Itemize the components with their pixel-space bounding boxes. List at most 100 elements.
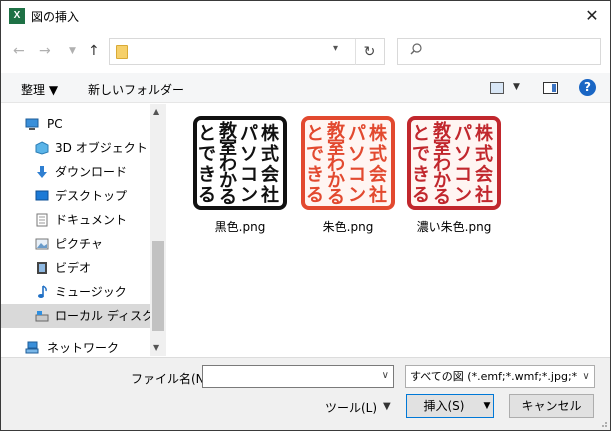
help-icon[interactable]: ? — [579, 79, 596, 96]
stamp-character: る — [412, 185, 430, 206]
network-icon — [25, 341, 39, 354]
stamp-character: パ — [348, 123, 366, 144]
sidebar-item-3d-objects[interactable]: 3D オブジェクト — [1, 136, 151, 160]
stamp-character: 社 — [261, 184, 279, 206]
stamp-character: コ — [454, 164, 472, 185]
excel-app-icon: X — [9, 8, 25, 24]
address-dropdown-icon[interactable]: ▾ — [333, 43, 338, 54]
scroll-up-icon[interactable]: ▲ — [153, 107, 159, 116]
stamp-character: で — [412, 144, 430, 165]
desktop-icon — [35, 190, 49, 201]
stamp-character: 式 — [261, 143, 279, 165]
stamp-character: 株 — [369, 122, 388, 144]
sidebar-scrollbar[interactable]: ▲ ▼ — [150, 104, 166, 356]
cancel-button[interactable]: キャンセル — [509, 394, 594, 418]
address-bar[interactable] — [109, 38, 385, 65]
stamp-character: 会 — [475, 163, 493, 185]
sidebar-item-network[interactable]: ネットワーク — [1, 336, 151, 356]
sidebar-item-pc[interactable]: PC — [1, 112, 151, 136]
stamp-character: 会 — [261, 163, 279, 185]
folder-icon — [116, 45, 128, 59]
file-name-label: 黒色.png — [214, 220, 266, 234]
tools-button[interactable]: ツール(L) — [325, 399, 377, 416]
forward-arrow-icon[interactable]: → — [39, 43, 51, 59]
recent-locations-chevron-icon[interactable]: ▼ — [69, 46, 76, 56]
file-item[interactable]: 株式会社パソコン教室わかるとできる 黒色.png — [187, 112, 293, 242]
stamp-character: と — [412, 123, 430, 144]
stamp-character: ン — [348, 185, 366, 206]
resize-grip-icon[interactable] — [598, 418, 608, 428]
up-arrow-icon[interactable]: ↑ — [88, 43, 100, 59]
stamp-character: で — [306, 144, 324, 165]
stamp-character: パ — [454, 123, 472, 144]
stamp-character: き — [306, 164, 324, 185]
stamp-character: る — [433, 187, 451, 208]
stamp-character: と — [306, 123, 324, 144]
search-input[interactable] — [397, 38, 601, 65]
stamp-character: ン — [240, 185, 258, 206]
stamp-character: 式 — [369, 143, 387, 165]
file-name-label: 濃い朱色.png — [416, 220, 492, 234]
stamp-character: コ — [240, 164, 258, 185]
document-icon — [36, 213, 48, 227]
stamp-character: ン — [454, 185, 472, 206]
search-icon — [410, 43, 422, 55]
filetype-dropdown-icon[interactable]: ∨ — [578, 366, 594, 387]
stamp-character: で — [198, 144, 216, 165]
sidebar-item-pictures[interactable]: ピクチャ — [1, 232, 151, 256]
change-view-icon[interactable] — [490, 82, 504, 94]
sidebar-item-videos[interactable]: ビデオ — [1, 256, 151, 280]
stamp-character: き — [412, 164, 430, 185]
sidebar-item-downloads[interactable]: ダウンロード — [1, 160, 151, 184]
refresh-button[interactable]: ↻ — [355, 39, 383, 65]
file-list-area: 株式会社パソコン教室わかるとできる 黒色.png 株式会社パソコン教室わかるとで… — [169, 104, 609, 356]
stamp-character: る — [219, 187, 237, 208]
tools-dropdown-icon[interactable]: ▼ — [383, 401, 391, 412]
filetype-value: すべての図 (*.emf;*.wmf;*.jpg;*.j — [410, 370, 584, 383]
filename-dropdown-icon[interactable]: ∨ — [382, 370, 389, 381]
scroll-thumb[interactable] — [152, 241, 164, 331]
insert-picture-dialog: X 図の挿入 ✕ ← → ▼ ↑ ▾ ↻ 整理 ▼ 新しいフォルダー ▼ ? P… — [0, 0, 611, 431]
navigation-bar: ← → ▼ ↑ ▾ ↻ — [1, 33, 610, 71]
sidebar-item-desktop[interactable]: デスクトップ — [1, 184, 151, 208]
stamp-character: 株 — [475, 122, 494, 144]
filename-input[interactable]: ∨ — [202, 365, 394, 388]
sidebar-item-music[interactable]: ミュージック — [1, 280, 151, 304]
sidebar-item-documents[interactable]: ドキュメント — [1, 208, 151, 232]
stamp-character: ソ — [454, 144, 472, 165]
insert-options-dropdown-icon[interactable]: ▼ — [481, 394, 494, 418]
file-item[interactable]: 株式会社パソコン教室わかるとできる 朱色.png — [295, 112, 401, 242]
pc-icon — [25, 118, 39, 130]
black-hanko-stamp-thumbnail: 株式会社パソコン教室わかるとできる — [193, 116, 287, 210]
organize-menu-button[interactable]: 整理 ▼ — [21, 81, 58, 98]
window-title: 図の挿入 — [31, 10, 80, 24]
stamp-character: 社 — [369, 184, 387, 206]
dialog-footer: ファイル名(N): ∨ すべての図 (*.emf;*.wmf;*.jpg;*.j… — [1, 357, 610, 430]
stamp-character: 株 — [261, 122, 280, 144]
stamp-character: る — [306, 185, 324, 206]
vermilion-hanko-stamp-thumbnail: 株式会社パソコン教室わかるとできる — [301, 116, 395, 210]
dark-vermilion-hanko-stamp-thumbnail: 株式会社パソコン教室わかるとできる — [407, 116, 501, 210]
view-options-dropdown-icon[interactable]: ▼ — [513, 82, 520, 92]
sidebar-item-local-disk[interactable]: ローカル ディスク (C:) — [1, 304, 166, 328]
scroll-down-icon[interactable]: ▼ — [153, 343, 159, 352]
new-folder-button[interactable]: 新しいフォルダー — [88, 81, 184, 98]
stamp-character: き — [198, 164, 216, 185]
stamp-character: と — [198, 123, 216, 144]
stamp-character: ソ — [240, 144, 258, 165]
filetype-select[interactable]: すべての図 (*.emf;*.wmf;*.jpg;*.j ∨ — [405, 365, 595, 388]
file-item[interactable]: 株式会社パソコン教室わかるとできる 濃い朱色.png — [401, 112, 507, 242]
video-icon — [37, 262, 47, 274]
stamp-character: る — [198, 185, 216, 206]
insert-button[interactable]: 挿入(S) — [406, 394, 482, 418]
back-arrow-icon[interactable]: ← — [13, 43, 25, 59]
3d-objects-icon — [35, 141, 49, 155]
close-button[interactable]: ✕ — [580, 5, 604, 27]
stamp-character: ソ — [348, 144, 366, 165]
stamp-character: コ — [348, 164, 366, 185]
preview-pane-icon[interactable] — [543, 82, 558, 94]
stamp-character: 会 — [369, 163, 387, 185]
file-name-label: 朱色.png — [322, 220, 374, 234]
navigation-pane: PC 3D オブジェクト ダウンロード デスクトップ ドキュメント ピクチャ ビ… — [1, 104, 166, 356]
title-bar: X 図の挿入 ✕ — [1, 1, 610, 32]
